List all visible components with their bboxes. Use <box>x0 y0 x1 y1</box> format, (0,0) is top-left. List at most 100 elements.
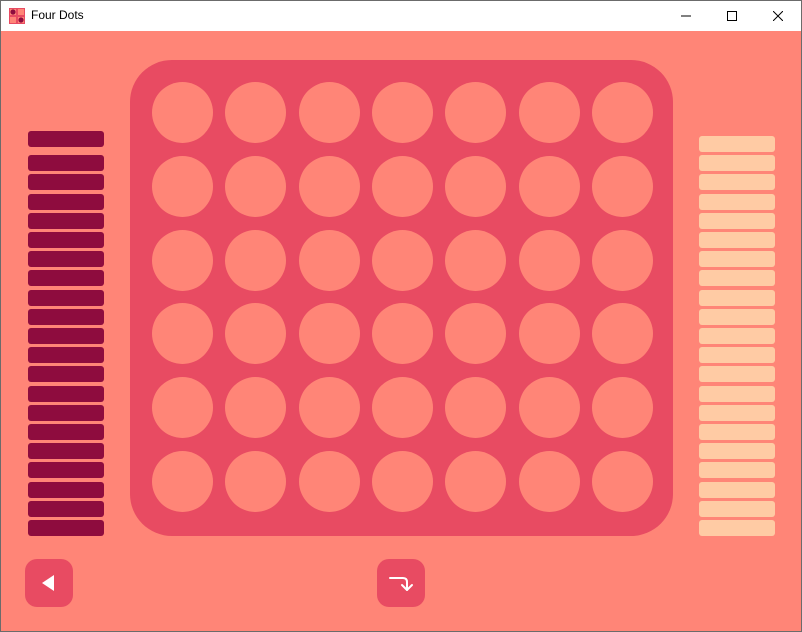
player-one-token <box>28 131 104 147</box>
board-slot-r4-c1[interactable] <box>152 303 213 365</box>
board-slot-r2-c5[interactable] <box>445 155 507 217</box>
player-two-token <box>699 251 775 268</box>
player-two-token <box>699 481 775 498</box>
board-slot-r2-c7[interactable] <box>591 155 653 217</box>
board-slot-r1-c6[interactable] <box>518 82 580 143</box>
board-slot-r5-c7[interactable] <box>591 377 653 439</box>
player-two-token <box>699 347 775 364</box>
board-slot-r3-c4[interactable] <box>371 229 433 291</box>
player-two-token <box>699 385 775 402</box>
player-one-token <box>28 174 104 191</box>
maximize-icon <box>727 11 737 21</box>
player-two-token <box>699 328 775 344</box>
board-slot-r6-c7[interactable] <box>591 451 653 512</box>
player-one-token <box>28 520 104 536</box>
board-slot-r5-c3[interactable] <box>298 377 360 439</box>
player-one-token <box>28 347 104 364</box>
turn-down-arrow-icon <box>389 577 413 591</box>
board-slot-r6-c2[interactable] <box>225 451 287 512</box>
board-slot-r5-c6[interactable] <box>518 377 580 439</box>
board-slot-r6-c4[interactable] <box>371 451 433 512</box>
maximize-button[interactable] <box>709 1 755 31</box>
board-slot-r2-c2[interactable] <box>225 155 287 217</box>
player-one-token <box>28 385 104 402</box>
board-slot-r4-c4[interactable] <box>371 303 433 365</box>
board-slot-r3-c6[interactable] <box>518 229 580 291</box>
title-bar[interactable]: Four Dots <box>1 1 801 31</box>
player-two-token <box>699 193 775 210</box>
board-slot-r5-c4[interactable] <box>371 377 433 439</box>
board-slot-r2-c4[interactable] <box>371 155 433 217</box>
player-one-token <box>28 270 104 287</box>
board-slot-r4-c2[interactable] <box>225 303 287 365</box>
player-one-token <box>28 289 104 306</box>
board-slot-r4-c7[interactable] <box>591 303 653 365</box>
player-two-token <box>699 308 775 325</box>
close-icon <box>773 11 783 21</box>
board-slot-r5-c5[interactable] <box>445 377 507 439</box>
board-slot-r3-c2[interactable] <box>225 229 287 291</box>
player-two-token <box>699 366 775 383</box>
triangle-left-icon <box>42 575 54 591</box>
back-button[interactable] <box>25 559 73 607</box>
board-slot-r4-c5[interactable] <box>445 303 507 365</box>
player-two-token <box>699 443 775 460</box>
player-two-token <box>699 404 775 421</box>
board-slot-r6-c5[interactable] <box>445 451 507 512</box>
player-one-token <box>28 366 104 383</box>
board-slot-r4-c6[interactable] <box>518 303 580 365</box>
board-slot-r6-c3[interactable] <box>298 451 360 512</box>
window-title: Four Dots <box>31 8 84 22</box>
board-slot-r3-c7[interactable] <box>591 229 653 291</box>
board-slot-r6-c6[interactable] <box>518 451 580 512</box>
close-button[interactable] <box>755 1 801 31</box>
player-two-token <box>699 232 775 248</box>
board-slot-r1-c4[interactable] <box>371 82 433 143</box>
board-slot-r1-c7[interactable] <box>591 82 653 143</box>
board-slot-r4-c3[interactable] <box>298 303 360 365</box>
board-slot-r3-c1[interactable] <box>152 229 213 291</box>
player-one-token <box>28 481 104 498</box>
player-two-token <box>699 155 775 172</box>
player-one-token <box>28 232 104 248</box>
board-slot-r1-c1[interactable] <box>152 82 213 143</box>
player-two-token <box>699 462 775 479</box>
minimize-icon <box>681 15 691 17</box>
app-window: Four Dots <box>0 0 802 632</box>
four-dots-app-icon <box>9 8 25 24</box>
player-one-token <box>28 462 104 479</box>
player-two-token <box>699 424 775 440</box>
drop-button[interactable] <box>377 559 425 607</box>
player-two-token <box>699 136 775 152</box>
player-one-token <box>28 251 104 268</box>
player-two-token <box>699 289 775 306</box>
board-slot-r6-c1[interactable] <box>152 451 213 512</box>
board-slot-r1-c3[interactable] <box>298 82 360 143</box>
board-slot-r1-c5[interactable] <box>445 82 507 143</box>
board-slot-r2-c1[interactable] <box>152 155 213 217</box>
minimize-button[interactable] <box>663 1 709 31</box>
board-slot-r3-c5[interactable] <box>445 229 507 291</box>
player-one-token <box>28 500 104 517</box>
player-two-token <box>699 212 775 229</box>
player-one-token <box>28 155 104 172</box>
player-one-token <box>28 404 104 421</box>
player-one-token <box>28 424 104 440</box>
player-two-token <box>699 500 775 517</box>
game-area <box>1 31 801 631</box>
board-slot-r2-c3[interactable] <box>298 155 360 217</box>
board-slot-r1-c2[interactable] <box>225 82 287 143</box>
player-one-token <box>28 193 104 210</box>
player-two-token <box>699 270 775 287</box>
board-slot-r2-c6[interactable] <box>518 155 580 217</box>
player-one-token <box>28 212 104 229</box>
board-slot-r5-c1[interactable] <box>152 377 213 439</box>
player-two-token <box>699 520 775 536</box>
player-one-token <box>28 328 104 344</box>
player-one-token <box>28 443 104 460</box>
board-slot-r3-c3[interactable] <box>298 229 360 291</box>
player-two-token <box>699 174 775 191</box>
game-board[interactable] <box>130 60 673 536</box>
player-one-token <box>28 308 104 325</box>
board-slot-r5-c2[interactable] <box>225 377 287 439</box>
